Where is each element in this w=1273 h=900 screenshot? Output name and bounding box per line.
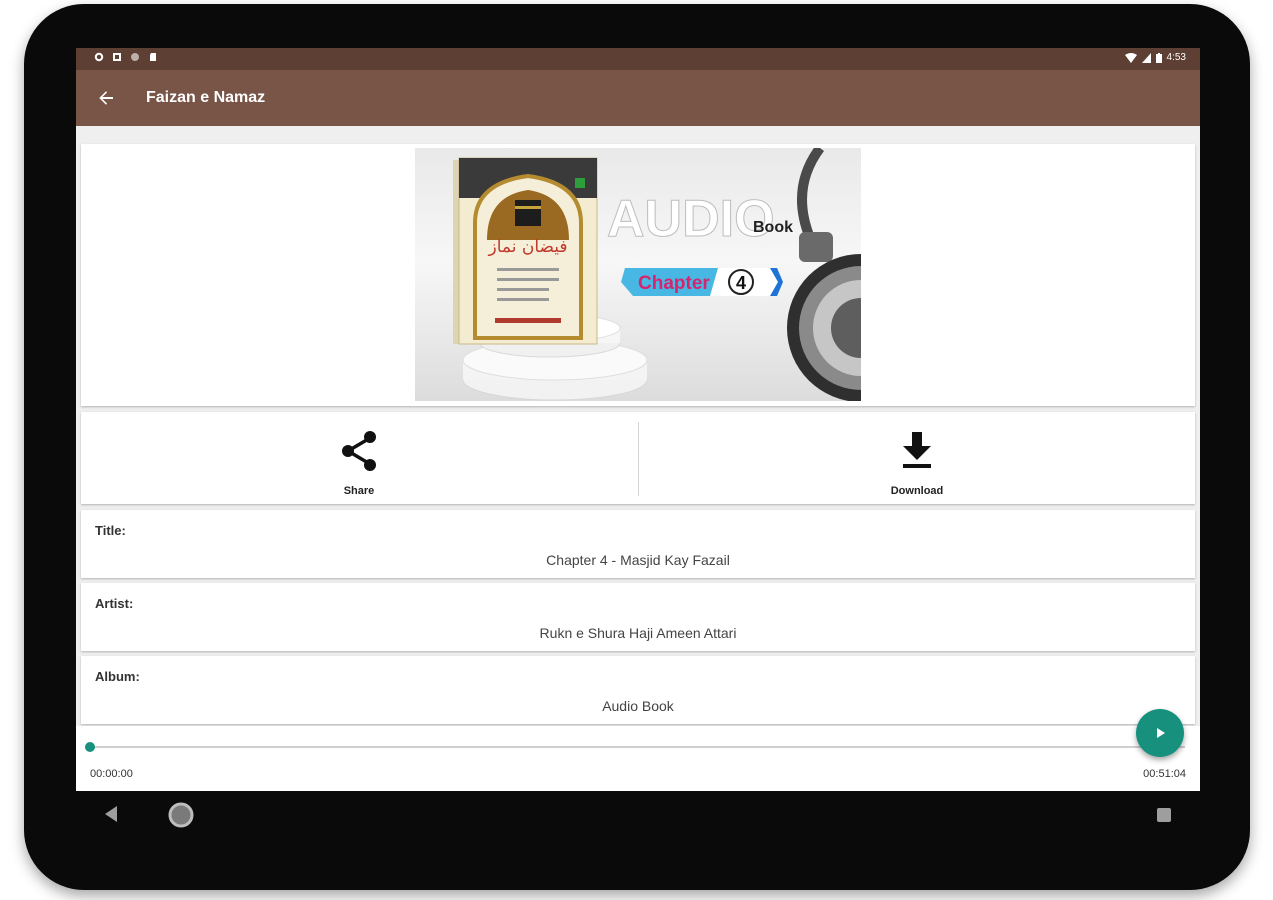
- title-card: Title: Chapter 4 - Masjid Kay Fazail: [81, 510, 1195, 578]
- title-label: Title:: [95, 523, 126, 538]
- seek-bar[interactable]: [90, 746, 1185, 748]
- download-button[interactable]: Download: [639, 412, 1195, 504]
- page-title: Faizan e Namaz: [146, 89, 266, 106]
- play-icon: [1157, 728, 1165, 738]
- wifi-icon: [1124, 53, 1137, 63]
- artist-value: Rukn e Shura Haji Ameen Attari: [539, 625, 737, 641]
- download-icon: [903, 432, 931, 468]
- album-value: Audio Book: [602, 698, 674, 714]
- clock: 4:53: [1166, 52, 1186, 63]
- album-cover: فیضان نماز AUDIO Book Chapter 4: [415, 148, 861, 401]
- total-time: 00:51:04: [1143, 768, 1186, 780]
- battery-icon: [1155, 53, 1162, 63]
- current-time: 00:00:00: [90, 768, 133, 780]
- svg-text:فیضان نماز: فیضان نماز: [487, 237, 567, 257]
- system-status: 4:53: [1124, 52, 1186, 64]
- navigation-bar: [76, 791, 1200, 839]
- share-icon: [342, 431, 376, 471]
- share-button[interactable]: Share: [81, 412, 637, 504]
- nav-recents-button[interactable]: [1156, 807, 1172, 828]
- notification-icons: [94, 52, 158, 62]
- signal-icon: [1141, 53, 1151, 63]
- cover-chapter-label: Chapter: [638, 273, 710, 294]
- app-bar: Faizan e Namaz: [76, 70, 1200, 126]
- artist-label: Artist:: [95, 596, 134, 611]
- share-label: Share: [343, 485, 375, 497]
- nav-recents-icon: [1157, 808, 1171, 822]
- player-bar: [76, 726, 1200, 791]
- cover-card: فیضان نماز AUDIO Book Chapter 4: [81, 144, 1195, 406]
- nav-home-icon: [168, 802, 194, 828]
- artist-card: Artist: Rukn e Shura Haji Ameen Attari: [81, 583, 1195, 651]
- status-bar: 4:53: [76, 48, 1200, 70]
- cover-headline-sub: Book: [753, 219, 793, 236]
- cover-chapter-number: 4: [736, 273, 746, 293]
- album-label: Album:: [95, 669, 140, 684]
- back-button[interactable]: [94, 86, 118, 110]
- seek-thumb[interactable]: [85, 742, 95, 752]
- nav-back-icon: [105, 806, 117, 822]
- sync-icon: [131, 53, 139, 61]
- sd-card-icon: [150, 53, 156, 61]
- app-screen: 4:53 Faizan e Namaz فیضان نماز AUDIO Boo…: [76, 48, 1200, 791]
- cover-headline: AUDIO: [607, 190, 775, 248]
- nav-home-button[interactable]: [168, 802, 194, 833]
- download-label: Download: [890, 485, 944, 497]
- album-card: Album: Audio Book: [81, 656, 1195, 724]
- play-button[interactable]: [1136, 709, 1184, 757]
- title-value: Chapter 4 - Masjid Kay Fazail: [546, 552, 730, 568]
- arrow-left-icon: [99, 91, 113, 105]
- settings-icon: [94, 52, 104, 62]
- nav-back-button[interactable]: [102, 805, 120, 828]
- cover-artwork: فیضان نماز AUDIO Book Chapter 4: [453, 148, 861, 401]
- actions-card: Share Download: [81, 412, 1195, 504]
- app-notification-icon: [113, 53, 121, 61]
